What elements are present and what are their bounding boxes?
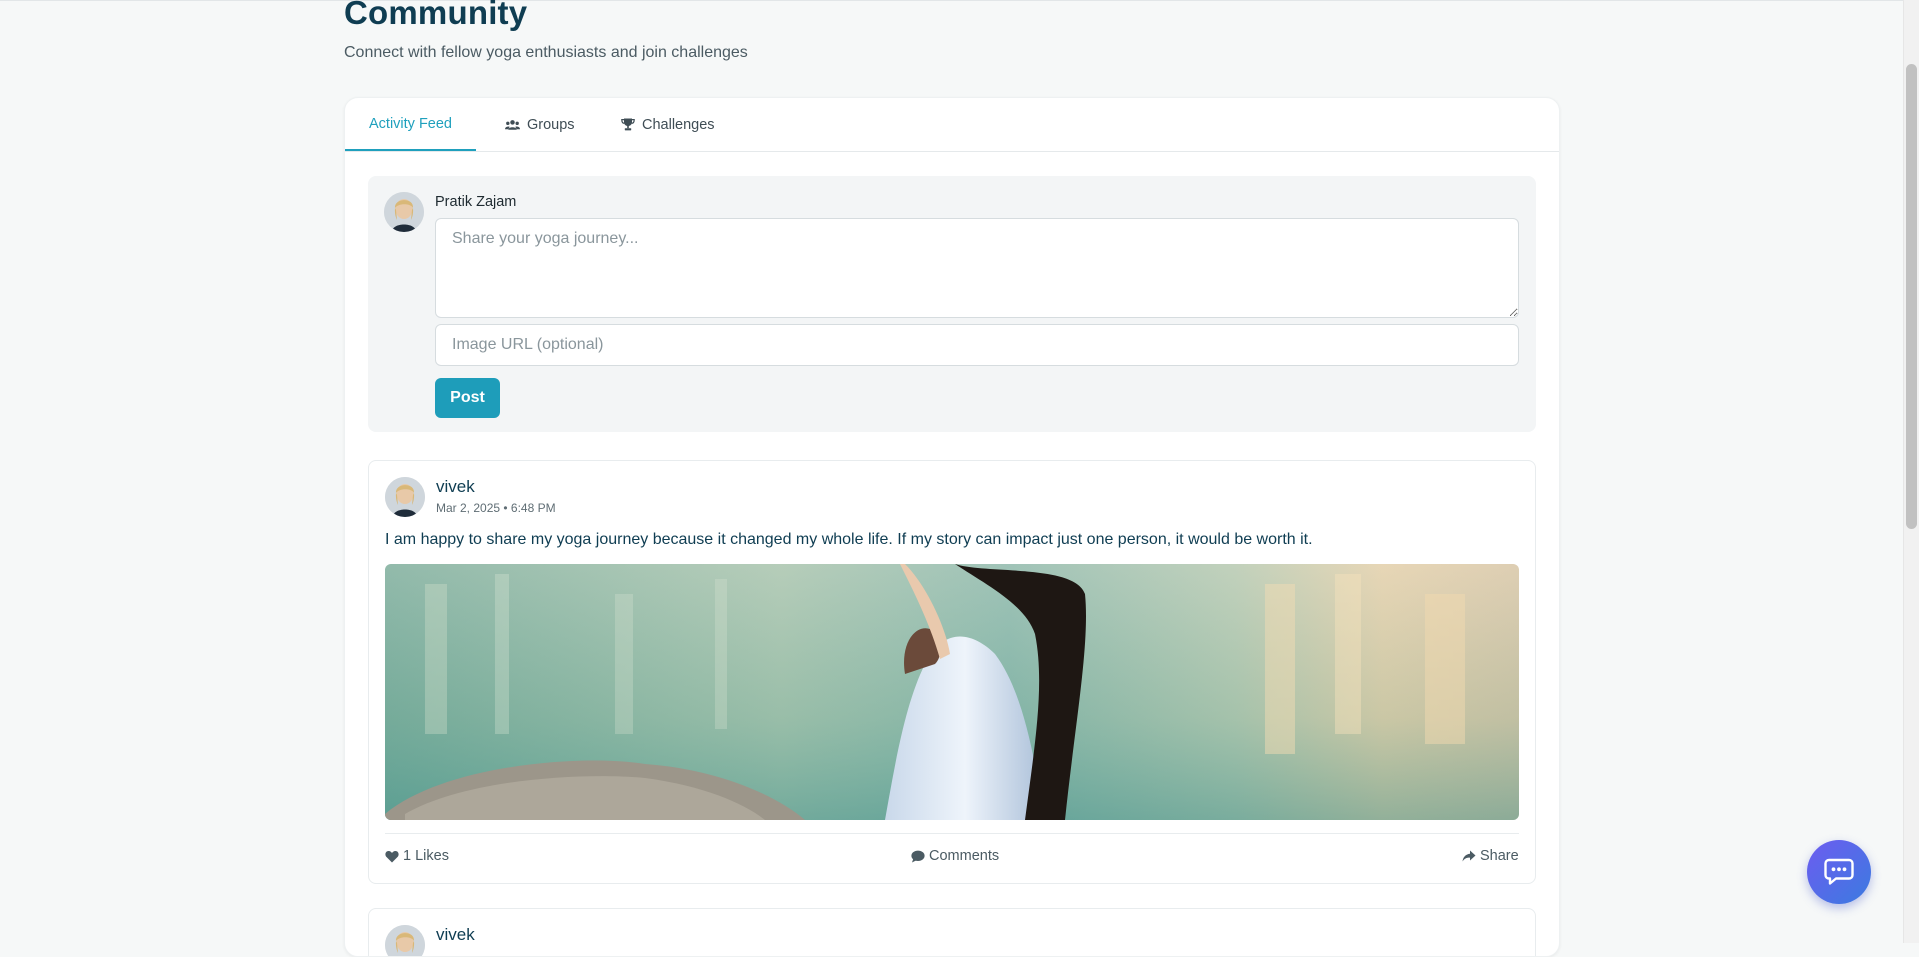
post-composer: Pratik Zajam Post [368,176,1536,432]
heart-icon [385,850,399,862]
post-divider [385,833,1519,834]
share-label: Share [1480,848,1519,864]
page-subtitle: Connect with fellow yoga enthusiasts and… [344,44,748,61]
share-button[interactable]: Share [1462,845,1519,867]
tab-label: Groups [527,116,575,133]
tab-activity-feed[interactable]: Activity Feed [345,98,476,151]
page-title: Community [344,0,528,31]
avatar [385,925,425,956]
post-image [385,564,1519,820]
likes-count: 1 Likes [403,848,449,864]
trophy-icon [621,118,635,131]
chat-bubble-icon [1824,858,1854,885]
comment-icon [911,850,925,862]
post-author[interactable]: vivek [436,477,475,497]
comments-label: Comments [929,848,1000,864]
avatar [385,477,425,517]
image-url-input[interactable] [435,324,1519,366]
like-button[interactable]: 1 Likes [385,845,449,867]
composer-user-name: Pratik Zajam [435,194,517,210]
post-text-input[interactable] [435,218,1519,318]
top-border [0,0,1903,1]
tab-label: Activity Feed [369,115,452,132]
avatar [384,192,424,232]
comments-button[interactable]: Comments [911,845,999,867]
post-timestamp: Mar 2, 2025 • 6:48 PM [436,501,556,515]
chat-button[interactable] [1807,840,1871,904]
post-button[interactable]: Post [435,378,500,418]
scrollbar-thumb[interactable] [1906,64,1917,529]
tab-bar: Activity Feed Groups Challenges [345,98,1559,152]
tab-groups[interactable]: Groups [505,98,575,151]
community-card: Activity Feed Groups Challenges Pratik Z… [344,97,1560,957]
post-author[interactable]: vivek [436,925,475,945]
post-card: vivek Mar 2, 2025 • 6:48 PM I am happy t… [368,460,1536,884]
share-icon [1462,850,1476,861]
users-icon [505,119,520,131]
tab-challenges[interactable]: Challenges [621,98,715,151]
post-text: I am happy to share my yoga journey beca… [385,531,1313,548]
tab-label: Challenges [642,116,715,133]
page-scrollbar[interactable] [1903,0,1919,943]
post-card: vivek [368,908,1536,956]
